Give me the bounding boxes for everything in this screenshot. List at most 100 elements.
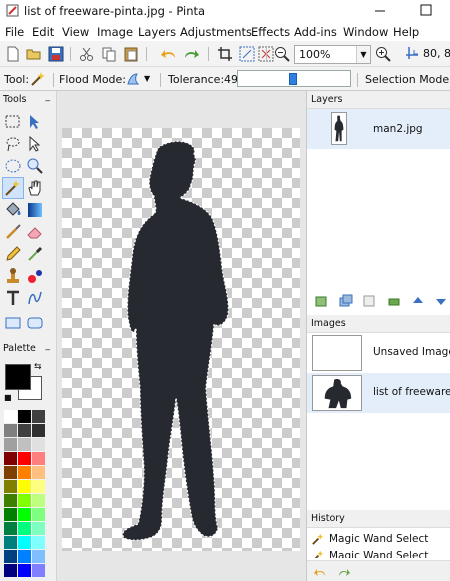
palette-swatch[interactable]	[4, 480, 17, 493]
palette-swatch[interactable]	[4, 550, 17, 563]
palette-swatch[interactable]	[32, 536, 45, 549]
menu-adjustments[interactable]: Adjustments	[180, 25, 252, 39]
new-file-icon[interactable]	[4, 45, 22, 63]
palette-swatch[interactable]	[18, 466, 31, 479]
palette-swatch[interactable]	[4, 438, 17, 451]
paint-bucket-icon[interactable]	[3, 200, 23, 220]
move-selection-icon[interactable]	[25, 134, 45, 154]
palette-swatch[interactable]	[32, 508, 45, 521]
menu-effects[interactable]: Effects	[251, 25, 290, 39]
palette-swatch[interactable]	[4, 452, 17, 465]
add-layer-icon[interactable]	[315, 294, 329, 308]
palette-swatch[interactable]	[4, 564, 17, 577]
resize-icon[interactable]	[238, 45, 256, 63]
pencil-icon[interactable]	[3, 244, 23, 264]
color-picker-icon[interactable]	[25, 244, 45, 264]
maximize-icon[interactable]	[418, 2, 434, 18]
minimize-pane-icon[interactable]: _	[46, 92, 51, 102]
copy-icon[interactable]	[100, 45, 118, 63]
palette-swatch[interactable]	[32, 550, 45, 563]
duplicate-layer-icon[interactable]	[339, 294, 353, 308]
zoom-in-icon[interactable]	[374, 45, 392, 63]
rounded-rectangle-icon[interactable]	[25, 313, 45, 333]
text-tool-icon[interactable]	[3, 288, 23, 308]
history-item[interactable]: Magic Wand Select	[307, 548, 450, 558]
palette-swatch[interactable]	[4, 466, 17, 479]
menu-window[interactable]: Window	[343, 25, 388, 39]
palette-swatch[interactable]	[4, 494, 17, 507]
tolerance-slider[interactable]	[237, 70, 351, 87]
gradient-icon[interactable]	[25, 200, 45, 220]
palette-swatch[interactable]	[32, 466, 45, 479]
canvas-area[interactable]	[57, 91, 306, 581]
palette-swatch[interactable]	[18, 410, 31, 423]
image-tab-row[interactable]: Unsaved Image 1	[307, 333, 450, 373]
palette-swatch[interactable]	[32, 522, 45, 535]
reset-colors-icon[interactable]: ■	[4, 393, 12, 402]
cut-icon[interactable]	[78, 45, 96, 63]
minimize-icon[interactable]	[372, 2, 388, 18]
paste-icon[interactable]	[122, 45, 140, 63]
palette-swatch[interactable]	[18, 494, 31, 507]
palette-swatch[interactable]	[32, 480, 45, 493]
delete-layer-icon[interactable]	[362, 294, 376, 308]
zoom-icon[interactable]	[25, 156, 45, 176]
palette-swatch[interactable]	[18, 480, 31, 493]
clone-stamp-icon[interactable]	[3, 266, 23, 286]
history-undo-icon[interactable]	[313, 565, 327, 579]
move-layer-up-icon[interactable]	[411, 294, 425, 308]
menu-view[interactable]: View	[62, 25, 89, 39]
image-canvas[interactable]	[62, 128, 300, 551]
palette-swatch[interactable]	[4, 522, 17, 535]
chevron-down-icon[interactable]: ▼	[356, 46, 370, 63]
palette-swatch[interactable]	[18, 452, 31, 465]
menu-edit[interactable]: Edit	[32, 25, 54, 39]
palette-swatch[interactable]	[4, 508, 17, 521]
move-layer-down-icon[interactable]	[434, 294, 448, 308]
paintbrush-icon[interactable]	[3, 222, 23, 242]
menu-image[interactable]: Image	[97, 25, 133, 39]
line-curve-icon[interactable]	[25, 288, 45, 308]
menu-layers[interactable]: Layers	[138, 25, 176, 39]
open-folder-icon[interactable]	[25, 45, 43, 63]
recolor-icon[interactable]	[25, 266, 45, 286]
minimize-pane-icon[interactable]: _	[46, 341, 51, 351]
history-item[interactable]: Magic Wand Select	[307, 530, 450, 548]
tolerance-slider-handle[interactable]	[288, 73, 297, 85]
menu-help[interactable]: Help	[393, 25, 419, 39]
lasso-select-icon[interactable]	[3, 134, 23, 154]
palette-swatch[interactable]	[18, 550, 31, 563]
palette-swatch[interactable]	[32, 564, 45, 577]
image-tab-row-active[interactable]: list of freeware-...	[307, 373, 450, 413]
chevron-down-icon[interactable]: ▼	[144, 74, 150, 83]
palette-swatch[interactable]	[18, 424, 31, 437]
palette-swatch[interactable]	[32, 494, 45, 507]
palette-swatch[interactable]	[4, 424, 17, 437]
palette-swatch[interactable]	[18, 564, 31, 577]
palette-swatch[interactable]	[32, 438, 45, 451]
palette-swatch[interactable]	[18, 508, 31, 521]
history-redo-icon[interactable]	[337, 565, 351, 579]
crop-icon[interactable]	[216, 45, 234, 63]
layer-row[interactable]: man2.jpg	[307, 109, 450, 149]
save-icon[interactable]	[47, 45, 65, 63]
swap-colors-icon[interactable]: ⇆	[34, 362, 42, 372]
rectangle-icon[interactable]	[3, 313, 23, 333]
move-selected-icon[interactable]	[25, 112, 45, 132]
palette-swatch[interactable]	[18, 536, 31, 549]
flood-mode-icon[interactable]	[125, 71, 141, 87]
undo-icon[interactable]	[160, 45, 178, 63]
merge-layer-icon[interactable]	[387, 294, 401, 308]
ellipse-select-icon[interactable]	[3, 156, 23, 176]
rectangle-select-icon[interactable]	[3, 112, 23, 132]
palette-swatch[interactable]	[18, 522, 31, 535]
palette-swatch[interactable]	[32, 452, 45, 465]
palette-swatch[interactable]	[4, 410, 17, 423]
primary-color-swatch[interactable]	[5, 364, 31, 390]
palette-swatch[interactable]	[32, 410, 45, 423]
zoom-out-icon[interactable]	[273, 45, 291, 63]
magic-wand-tool-icon[interactable]	[2, 177, 24, 199]
palette-swatch[interactable]	[4, 536, 17, 549]
palette-swatch[interactable]	[32, 424, 45, 437]
menu-add-ins[interactable]: Add-ins	[294, 25, 337, 39]
